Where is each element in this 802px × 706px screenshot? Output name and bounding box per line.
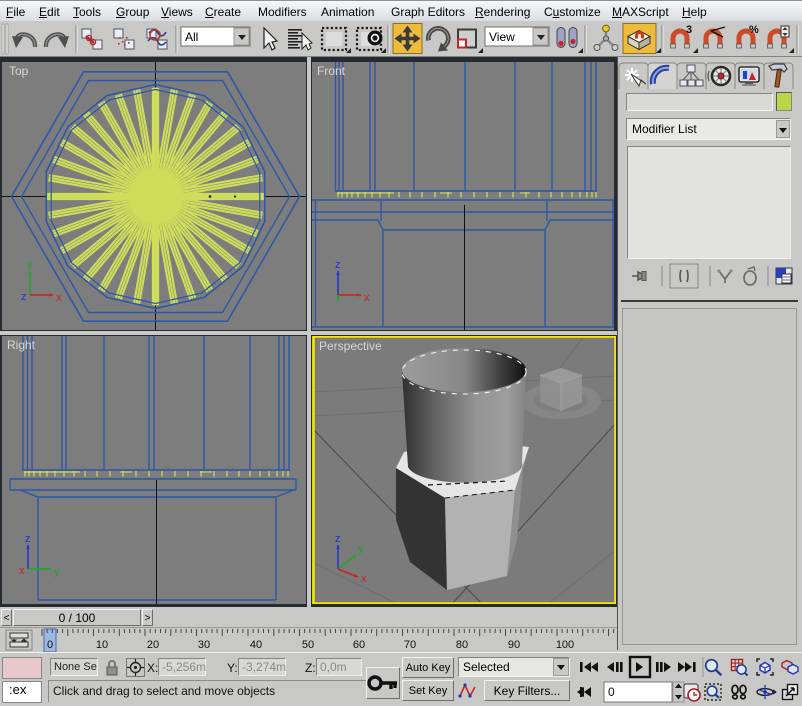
svg-text:x: x <box>364 292 370 304</box>
svg-text:100: 100 <box>556 639 574 651</box>
svg-text:All: All <box>185 30 198 44</box>
svg-text:20: 20 <box>147 639 159 651</box>
svg-text:60: 60 <box>353 639 365 651</box>
svg-text:80: 80 <box>456 639 468 651</box>
svg-text:0: 0 <box>608 685 615 699</box>
svg-text:z: z <box>21 291 27 303</box>
svg-text:30: 30 <box>198 639 210 651</box>
svg-text:View: View <box>489 30 515 44</box>
svg-text:70: 70 <box>404 639 416 651</box>
svg-text:40: 40 <box>250 639 262 651</box>
svg-text:90: 90 <box>508 639 520 651</box>
svg-text:z: z <box>335 259 341 271</box>
svg-text:x: x <box>19 565 25 577</box>
svg-text:y: y <box>27 259 33 271</box>
svg-text:y: y <box>358 543 364 555</box>
svg-text:Top: Top <box>9 64 29 78</box>
svg-text:y: y <box>54 566 60 578</box>
svg-text:z: z <box>25 533 31 545</box>
svg-text:Front: Front <box>317 64 346 78</box>
svg-text:x: x <box>56 292 62 304</box>
svg-text:x: x <box>361 573 367 585</box>
svg-text:3: 3 <box>686 24 692 36</box>
svg-text:Right: Right <box>7 338 36 352</box>
svg-text:z: z <box>335 533 341 545</box>
svg-text:0: 0 <box>47 639 53 651</box>
svg-text:10: 10 <box>96 639 108 651</box>
svg-text:Perspective: Perspective <box>319 339 382 353</box>
svg-text:50: 50 <box>302 639 314 651</box>
svg-text:%: % <box>749 24 759 36</box>
